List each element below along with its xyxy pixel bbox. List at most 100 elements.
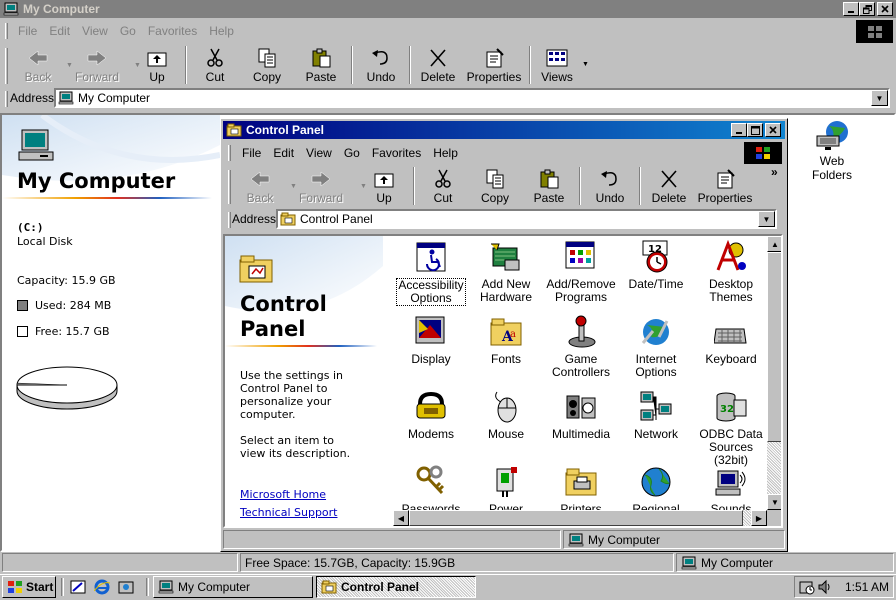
cp-properties-button[interactable]: Properties	[694, 165, 756, 205]
cp-vertical-scrollbar[interactable]: ▲ ▼	[767, 236, 781, 510]
main-undo-button[interactable]: Undo	[356, 44, 406, 84]
cp-title-bar[interactable]: Control Panel	[223, 121, 785, 139]
cp-paste-button[interactable]: Paste	[522, 165, 576, 205]
cp-heading-rainbow-rule	[225, 345, 377, 347]
main-forward-button[interactable]: Forward	[62, 44, 132, 84]
undo-icon	[370, 48, 392, 68]
cp-item-accessibility-options[interactable]: Accessibility Options	[395, 240, 467, 306]
up-folder-icon	[373, 169, 395, 189]
main-status-right-pane: My Computer	[676, 553, 894, 572]
drive-capacity: Capacity: 15.9 GB	[17, 274, 116, 287]
cp-item-game-controllers[interactable]: Game Controllers	[545, 315, 617, 379]
cp-item-add-remove-programs[interactable]: Add/Remove Programs	[545, 240, 617, 304]
cp-item-network[interactable]: Network	[620, 390, 692, 441]
cp-item-regional[interactable]: Regional	[620, 465, 692, 516]
cp-item-internet-options[interactable]: Internet Options	[620, 315, 692, 379]
cp-item-mouse[interactable]: Mouse	[470, 390, 542, 441]
scroll-down-button[interactable]: ▼	[767, 494, 781, 510]
taskbar-grip	[146, 578, 149, 596]
main-close-button[interactable]	[877, 2, 893, 16]
cp-undo-button[interactable]: Undo	[584, 165, 636, 205]
cp-menu-edit[interactable]: Edit	[267, 146, 300, 160]
cp-item-power[interactable]: Power	[470, 465, 542, 516]
scroll-up-button[interactable]: ▲	[767, 236, 781, 252]
main-back-button[interactable]: Back	[14, 44, 62, 84]
main-address-dropdown-button[interactable]: ▼	[871, 90, 888, 106]
main-delete-button[interactable]: Delete	[414, 44, 462, 84]
cp-item-fonts[interactable]: Aa Fonts	[470, 315, 542, 366]
tray-volume-speaker-icon[interactable]	[817, 579, 833, 595]
main-address-input[interactable]: My Computer ▼	[54, 88, 890, 108]
quicklaunch-channels-icon[interactable]	[118, 579, 134, 598]
web-folders-item[interactable]: Web Folders	[800, 118, 864, 182]
main-menu-go[interactable]: Go	[114, 24, 142, 38]
main-properties-button[interactable]: Properties	[462, 44, 526, 84]
cp-item-display[interactable]: Display	[395, 315, 467, 366]
main-menu-favorites[interactable]: Favorites	[142, 24, 203, 38]
cp-menu-view[interactable]: View	[300, 146, 338, 160]
quicklaunch-internet-explorer-icon[interactable]	[93, 579, 111, 598]
cp-toolbar-more-button[interactable]: »	[771, 165, 778, 179]
mouse-icon	[489, 390, 523, 424]
scrollbar-corner	[767, 510, 781, 526]
cp-item-modems[interactable]: Modems	[395, 390, 467, 441]
cp-address-dropdown-button[interactable]: ▼	[758, 211, 775, 227]
cp-address-input[interactable]: Control Panel ▼	[276, 209, 777, 229]
control-panel-small-icon	[226, 123, 242, 137]
cp-menu-bar: File Edit View Go Favorites Help	[236, 143, 464, 163]
cp-close-button[interactable]	[765, 123, 781, 137]
start-button[interactable]: Start	[2, 576, 56, 598]
scroll-right-button[interactable]: ▶	[751, 510, 767, 526]
accessibility-icon	[414, 240, 448, 274]
task-my-computer[interactable]: My Computer	[153, 576, 313, 598]
scroll-left-button[interactable]: ◀	[393, 510, 409, 526]
horizontal-scroll-thumb[interactable]	[409, 510, 743, 526]
cp-item-keyboard[interactable]: Keyboard	[695, 315, 767, 366]
main-menu-file[interactable]: File	[12, 24, 43, 38]
cp-forward-button[interactable]: Forward	[284, 165, 358, 205]
cp-item-passwords[interactable]: Passwords	[395, 465, 467, 516]
task-control-panel[interactable]: Control Panel	[316, 576, 476, 598]
main-menu-view[interactable]: View	[76, 24, 114, 38]
cp-back-button[interactable]: Back	[236, 165, 284, 205]
main-menu-edit[interactable]: Edit	[43, 24, 76, 38]
quicklaunch-show-desktop-icon[interactable]	[70, 579, 86, 598]
microsoft-home-link[interactable]: Microsoft Home	[240, 488, 326, 501]
cp-minimize-button[interactable]	[731, 123, 747, 137]
tray-task-scheduler-icon[interactable]	[799, 579, 815, 595]
main-views-button[interactable]: Views	[534, 44, 580, 84]
technical-support-link[interactable]: Technical Support	[240, 506, 338, 519]
cp-item-date-time[interactable]: 12 Date/Time	[620, 240, 692, 291]
main-menu-help[interactable]: Help	[203, 24, 240, 38]
cp-item-multimedia[interactable]: Multimedia	[545, 390, 617, 441]
cp-item-desktop-themes[interactable]: Desktop Themes	[695, 239, 767, 304]
disk-usage-pie	[16, 366, 118, 410]
cp-menu-go[interactable]: Go	[338, 146, 366, 160]
vertical-scroll-thumb[interactable]	[767, 252, 781, 442]
cp-item-sounds[interactable]: Sounds	[695, 465, 767, 516]
cp-copy-button[interactable]: Copy	[468, 165, 522, 205]
cp-item-add-new-hardware[interactable]: Add New Hardware	[470, 240, 542, 304]
cp-cut-button[interactable]: Cut	[418, 165, 468, 205]
main-title-bar[interactable]: My Computer	[0, 0, 896, 18]
computer-icon	[158, 580, 174, 594]
cp-item-printers[interactable]: Printers	[545, 465, 617, 516]
cp-menu-favorites[interactable]: Favorites	[366, 146, 427, 160]
main-views-dropdown-icon[interactable]: ▼	[582, 61, 589, 86]
cp-horizontal-scrollbar[interactable]: ◀ ▶	[393, 510, 767, 526]
cp-menu-file[interactable]: File	[236, 146, 267, 160]
toolbar-separator	[185, 46, 187, 84]
main-copy-button[interactable]: Copy	[240, 44, 294, 84]
cp-item-odbc-data-sources[interactable]: 32 ODBC Data Sources (32bit)	[695, 390, 767, 467]
main-paste-button[interactable]: Paste	[294, 44, 348, 84]
cp-delete-button[interactable]: Delete	[644, 165, 694, 205]
main-up-button[interactable]: Up	[132, 44, 182, 84]
main-cut-button[interactable]: Cut	[190, 44, 240, 84]
up-folder-icon	[146, 48, 168, 68]
main-restore-button[interactable]	[859, 2, 875, 16]
cp-maximize-button[interactable]	[747, 123, 763, 137]
cp-up-button[interactable]: Up	[358, 165, 410, 205]
cp-menu-help[interactable]: Help	[427, 146, 464, 160]
heading-rainbow-rule	[2, 197, 212, 199]
main-minimize-button[interactable]	[843, 2, 859, 16]
